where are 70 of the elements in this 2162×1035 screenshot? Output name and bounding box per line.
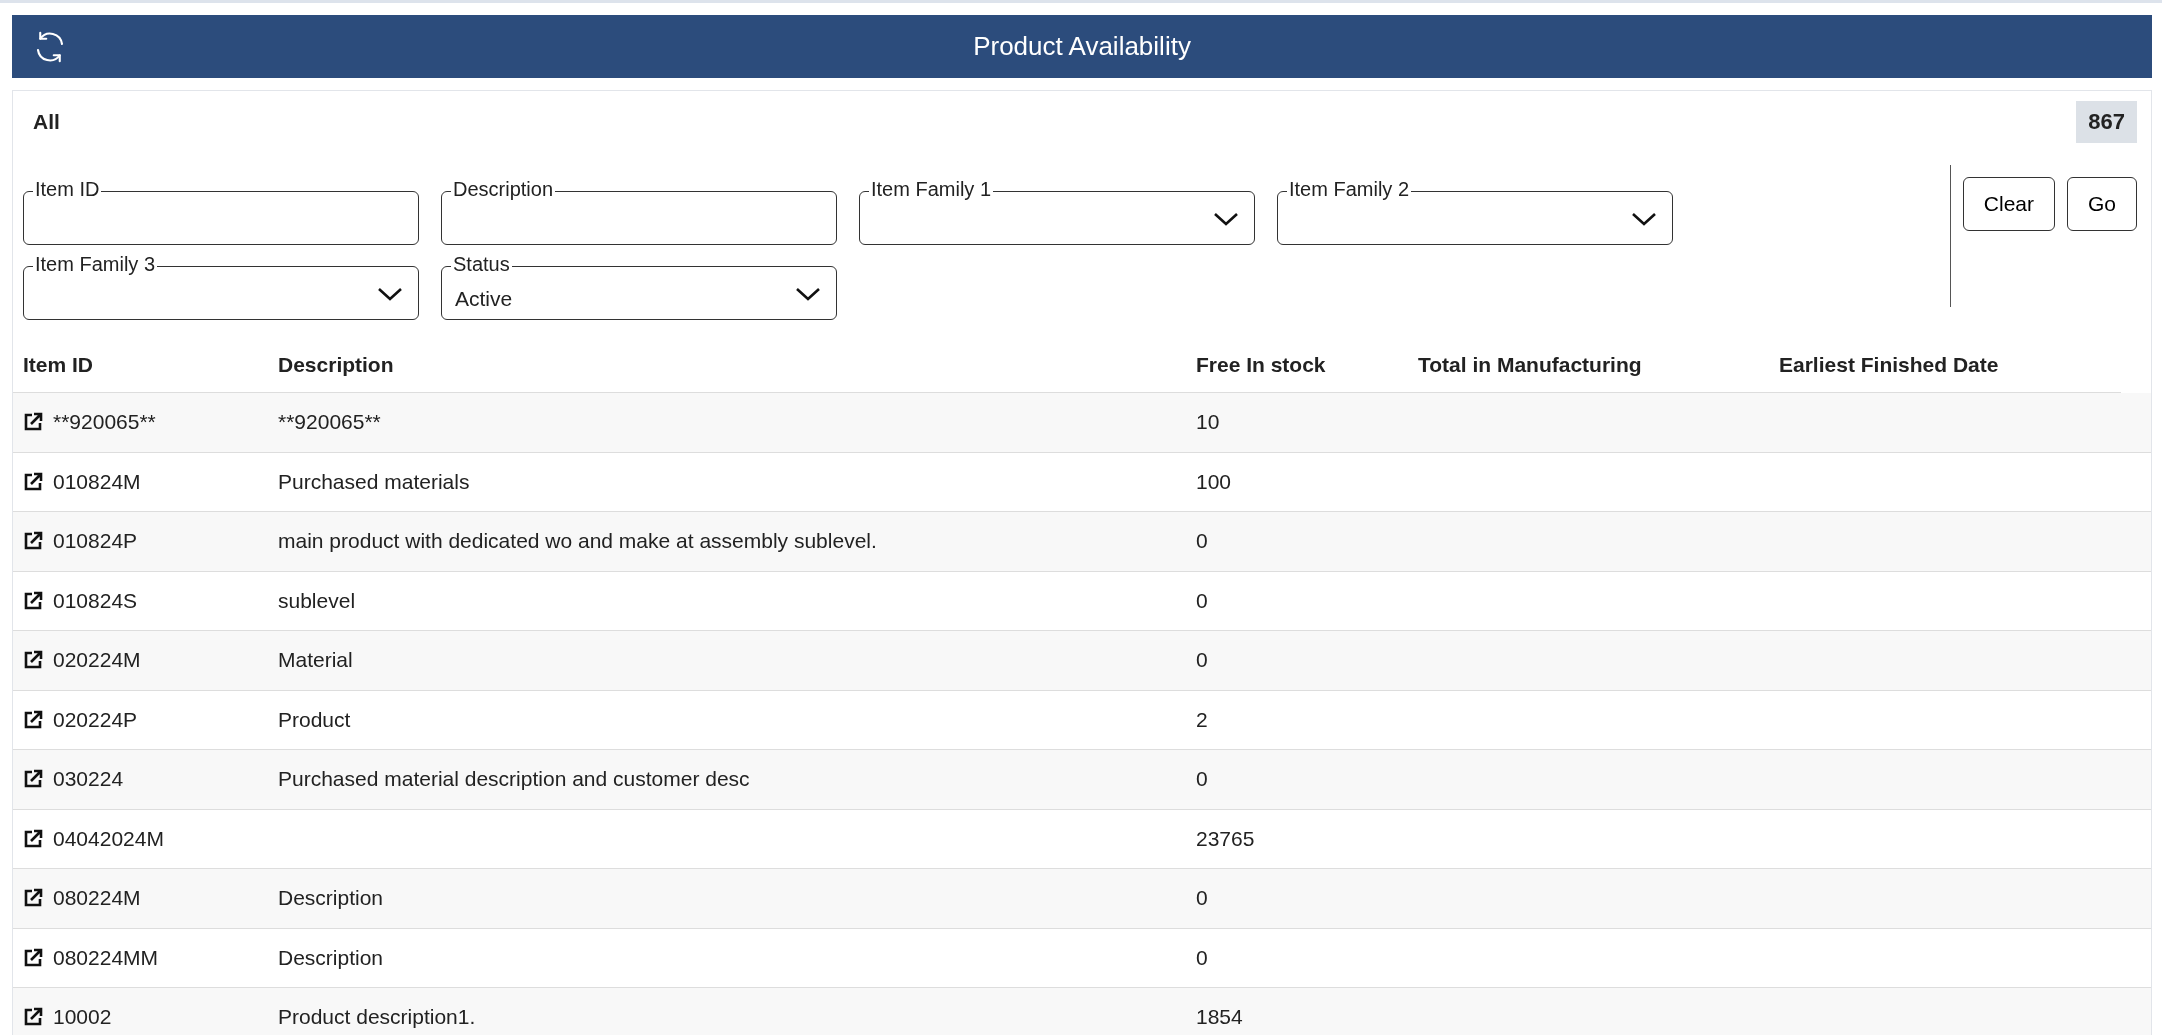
table-cell: sublevel [278, 588, 356, 613]
open-external-icon[interactable] [23, 1007, 43, 1028]
table-cell: Product description1. [278, 1005, 476, 1030]
table-cell: 020224M [53, 648, 141, 673]
table-cell: Purchased material description and customer desc [278, 767, 750, 792]
open-external-icon[interactable] [23, 947, 43, 968]
table-row[interactable]: 020224M Material 0 [13, 631, 2151, 691]
view-label: All [33, 110, 60, 134]
table-row[interactable]: 10002 Product description1. 1854 [13, 988, 2151, 1035]
table-cell: 1854 [1196, 1005, 1243, 1030]
table-cell: **920065** [278, 410, 381, 435]
action-button[interactable]: Clear [1962, 177, 2055, 231]
input-field[interactable]: Item ID [23, 177, 419, 245]
table-cell: 030224 [53, 767, 124, 792]
table-row[interactable]: 080224M Description 0 [13, 869, 2151, 929]
table-cell: 080224M [53, 886, 141, 911]
chevron-down-icon [1213, 211, 1239, 227]
record-count-badge: 867 [2076, 101, 2137, 143]
table-row[interactable]: **920065** **920065** 10 [13, 393, 2151, 453]
table-cell: **920065** [53, 410, 156, 435]
table-cell: 04042024M [53, 826, 164, 851]
table-cell: Product [278, 707, 351, 732]
open-external-icon[interactable] [23, 650, 43, 671]
table-cell: 0 [1196, 945, 1208, 970]
column-header: Total in Manufacturing [1417, 353, 1643, 377]
table-cell: 2 [1196, 707, 1208, 732]
table-cell: 10002 [53, 1005, 112, 1030]
dropdown-field[interactable]: Item Family 3 [23, 252, 419, 320]
table-cell: 010824M [53, 469, 141, 494]
chevron-down-icon [377, 286, 403, 302]
input-field[interactable]: Description [441, 177, 837, 245]
table-cell: 020224P [53, 707, 138, 732]
table-cell: 0 [1196, 648, 1208, 673]
table-row[interactable]: 010824P main product with dedicated wo and make at assembly sublevel. 0 [13, 512, 2151, 572]
open-external-icon[interactable] [23, 531, 43, 552]
column-header: Free In stock [1195, 353, 1327, 377]
table-cell: Purchased materials [278, 469, 470, 494]
dropdown-field[interactable]: Item Family 2 [1277, 177, 1673, 245]
open-external-icon[interactable] [23, 769, 43, 790]
table-cell: 0 [1196, 588, 1208, 613]
table-cell: 23765 [1196, 826, 1255, 851]
table-cell: main product with dedicated wo and make at assembly sublevel. [278, 529, 877, 554]
table-cell: 0 [1196, 767, 1208, 792]
chevron-down-icon [795, 286, 821, 302]
open-external-icon[interactable] [23, 709, 43, 730]
open-external-icon[interactable] [23, 412, 43, 433]
column-header: Earliest Finished Date [1778, 353, 2000, 377]
table-cell: 010824S [53, 588, 138, 613]
open-external-icon[interactable] [23, 828, 43, 849]
open-external-icon[interactable] [23, 888, 43, 909]
action-button[interactable]: Go [2067, 177, 2137, 231]
open-external-icon[interactable] [23, 590, 43, 611]
chevron-down-icon [1631, 211, 1657, 227]
table-cell: 0 [1196, 529, 1208, 554]
table-cell: Description [278, 945, 384, 970]
table-cell: 080224MM [53, 945, 159, 970]
dropdown-field[interactable]: Item Family 1 [859, 177, 1255, 245]
field-value: Active [455, 287, 513, 311]
table-row[interactable]: 030224 Purchased material description and customer desc 0 [13, 750, 2151, 810]
table-cell: 10 [1196, 410, 1220, 435]
table-cell: 100 [1196, 469, 1232, 494]
table-cell: 010824P [53, 529, 138, 554]
dropdown-field[interactable]: Status Active [441, 252, 837, 320]
table-cell: 0 [1196, 886, 1208, 911]
table-cell: Description [278, 886, 384, 911]
open-external-icon[interactable] [23, 471, 43, 492]
column-header: Description [277, 353, 395, 377]
page-title: Product Availability [973, 31, 1191, 62]
column-header: Item ID [22, 353, 94, 377]
table-cell: Material [278, 648, 353, 673]
